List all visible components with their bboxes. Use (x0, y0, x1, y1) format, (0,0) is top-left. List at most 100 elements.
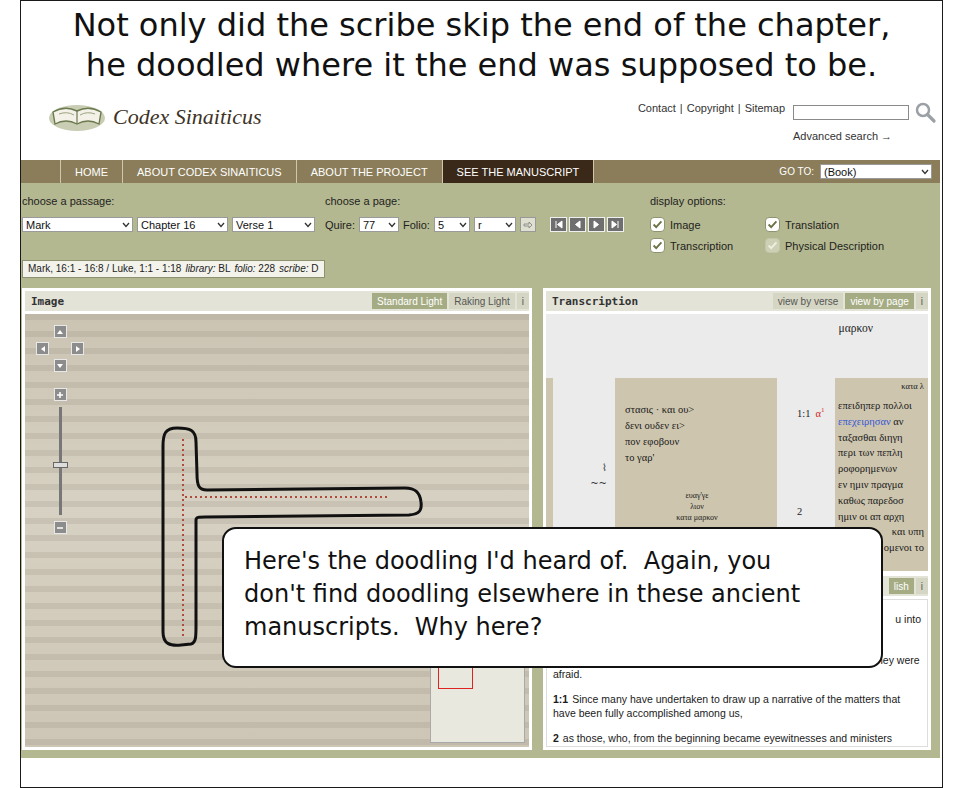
next-page-button[interactable] (588, 217, 605, 232)
view-button[interactable]: view by page (845, 293, 913, 309)
select-value: Mark (26, 219, 50, 231)
checkbox[interactable] (765, 238, 780, 253)
info-strip: Mark, 16:1 - 16:8 / Luke, 1:1 - 1:18libr… (22, 260, 325, 278)
chevron-down-icon (304, 222, 312, 228)
prev-arrow-icon (573, 220, 582, 229)
passage-select[interactable]: Chapter 16 (137, 217, 228, 232)
passage-select[interactable]: Verse 1 (232, 217, 315, 232)
verse-number[interactable]: 2 (797, 504, 835, 520)
prev-page-button[interactable] (569, 217, 586, 232)
first-page-button[interactable] (550, 217, 567, 232)
down-arrow-icon (56, 362, 64, 370)
zoom-thumb[interactable] (53, 462, 68, 468)
right-arrow-icon (74, 345, 82, 353)
language-button[interactable]: lish (889, 578, 914, 594)
info-value: 228 (258, 263, 275, 274)
logo[interactable]: Codex Sinaiticus (45, 96, 261, 134)
controls-row: choose a passage:MarkChapter 16Verse 1ch… (21, 183, 940, 253)
page-select[interactable]: 5 (434, 217, 470, 232)
info-field: scribe: D (279, 263, 318, 275)
text-panel: Transcriptionview by verseview by pageiμ… (543, 288, 931, 750)
advanced-search-link[interactable]: Advanced search → (793, 130, 937, 142)
colophon-line: λιον (625, 501, 769, 512)
passage-selects: Mark Chapter 16 Verse 1 (22, 217, 325, 232)
group-label: choose a page: (325, 195, 650, 208)
panel-title: Transcription (552, 295, 638, 308)
book-logo-icon (45, 96, 109, 134)
panels-row: ImageStandard LightRaking LightiTranscri… (21, 278, 940, 758)
greek-segment: ημιν οι απ αρχη (838, 511, 904, 522)
select-value: Chapter 16 (141, 219, 195, 231)
display-option[interactable]: Physical Description (765, 238, 915, 253)
display-option[interactable]: Translation (765, 217, 915, 232)
light-button[interactable]: Standard Light (372, 293, 447, 309)
option-label: Transcription (670, 240, 733, 252)
top-link[interactable]: Sitemap (745, 102, 785, 142)
light-button[interactable]: Raking Light (449, 293, 515, 309)
check-icon (651, 218, 664, 231)
checkbox[interactable] (765, 217, 780, 232)
plus-icon (56, 391, 64, 399)
checkbox[interactable] (650, 217, 665, 232)
greek-line: δενι ουδεν ει> (625, 418, 769, 434)
callout-line: Here's the doodling I'd heard of. Again,… (244, 545, 881, 578)
callout-line: manuscripts. Why here? (244, 611, 881, 644)
header-buttons: Standard LightRaking Lighti (372, 293, 529, 309)
goto-label: GO TO: (779, 166, 814, 177)
pan-right-button[interactable] (71, 342, 84, 355)
page-select[interactable]: r (474, 217, 516, 232)
info-button[interactable]: i (517, 293, 529, 309)
checkbox[interactable] (650, 238, 665, 253)
margin-mark: ~~ (590, 475, 607, 490)
passage-group: choose a passage:MarkChapter 16Verse 1 (22, 195, 325, 253)
site-header: Codex SinaiticusContact|Copyright|Sitema… (21, 88, 940, 160)
pan-row (36, 342, 84, 355)
pan-left-button[interactable] (36, 342, 49, 355)
viewer-area: choose a passage:MarkChapter 16Verse 1ch… (21, 183, 940, 758)
passage-select[interactable]: Mark (22, 217, 133, 232)
greek-segment: περι των πεπλη (838, 447, 902, 458)
chevron-down-icon (388, 222, 396, 228)
page-selects: Quire:77Folio:5r (325, 217, 650, 232)
search-area: Advanced search → (793, 100, 937, 142)
colophon-line: ευαγ'γε (625, 490, 769, 501)
go-button[interactable] (520, 217, 536, 232)
display-options: ImageTranslation Transcription Physical De… (650, 217, 920, 253)
display-option[interactable]: Transcription (650, 238, 765, 253)
top-links: Contact|Copyright|Sitemap (638, 100, 785, 142)
info-button[interactable]: i (916, 293, 928, 309)
go-arrow-icon (523, 221, 533, 229)
top-link[interactable]: Copyright (687, 102, 734, 142)
check-icon (766, 239, 779, 252)
search-input[interactable] (793, 105, 909, 120)
select-value: r (478, 219, 482, 231)
zoom-out-button[interactable] (54, 521, 67, 534)
link-separator: | (680, 102, 683, 142)
zoom-slider[interactable] (59, 407, 62, 515)
greek-line: ταξασθαι διηγη (838, 430, 928, 446)
header-buttons: lishi (889, 578, 928, 594)
top-link[interactable]: Contact (638, 102, 676, 142)
page-select[interactable]: 77 (359, 217, 399, 232)
verse-number[interactable]: 1:1α1 (797, 402, 835, 422)
verse-label: 2 (553, 732, 559, 744)
magnifier-icon[interactable] (913, 100, 937, 124)
view-button[interactable]: view by verse (773, 293, 844, 309)
greek-line: το γαρ' (625, 450, 769, 466)
display-option[interactable]: Image (650, 217, 765, 232)
caption-line: he doodled where it the end was supposed… (86, 45, 877, 85)
greek-line: πον εφοβουν (625, 434, 769, 450)
greek-segment: καθως παρεδοσ (838, 495, 904, 506)
last-page-button[interactable] (607, 217, 624, 232)
nav-item[interactable]: ABOUT THE PROJECT (297, 160, 443, 183)
info-label: scribe: (279, 263, 308, 274)
info-label: folio: (234, 263, 255, 274)
info-button[interactable]: i (916, 578, 928, 594)
nav-item[interactable]: ABOUT CODEX SINAITICUS (123, 160, 297, 183)
nav-item[interactable]: SEE THE MANUSCRIPT (443, 160, 595, 183)
pan-down-button[interactable] (54, 359, 67, 372)
zoom-in-button[interactable] (54, 388, 67, 401)
goto-select[interactable]: (Book) (820, 164, 932, 179)
nav-item[interactable]: HOME (60, 160, 123, 183)
pan-up-button[interactable] (54, 325, 67, 338)
